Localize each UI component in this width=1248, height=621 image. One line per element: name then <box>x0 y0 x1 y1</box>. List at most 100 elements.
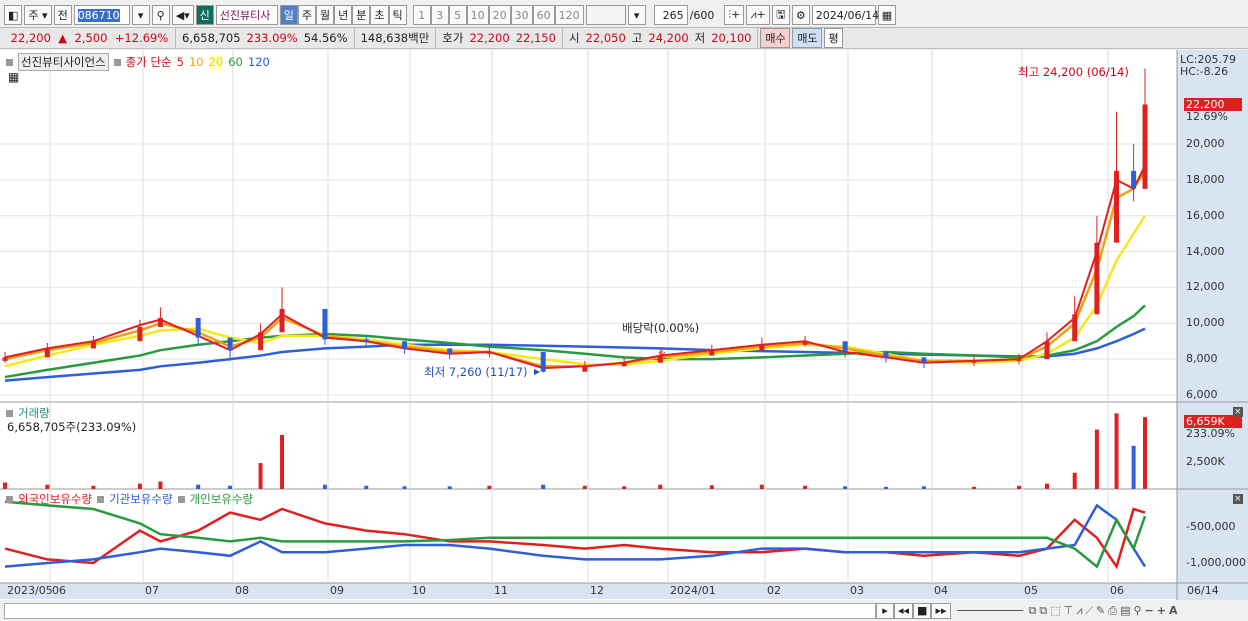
rewind-icon[interactable]: ◂◂ <box>894 602 914 619</box>
candle <box>363 339 369 342</box>
price-tick: 20,000 <box>1186 136 1225 150</box>
up-arrow-icon: ▲ <box>58 31 68 45</box>
volume-bar <box>759 484 764 489</box>
x-axis-label: 02 <box>767 584 781 597</box>
legend-ma120[interactable]: 120 <box>248 55 270 69</box>
stock-code-input[interactable]: 086710 <box>73 5 130 25</box>
volume-value: 6,658,705주(233.09%) <box>7 420 137 434</box>
x-axis-label: 06/14 <box>1187 584 1219 597</box>
tab-second[interactable]: 초 <box>370 5 389 25</box>
interval-3[interactable]: 3 <box>430 5 449 25</box>
count-input[interactable]: 265 <box>653 5 688 25</box>
volume-bar <box>921 486 926 489</box>
count-max: /600 <box>689 8 715 22</box>
low-annotation: 최저 7,260 (11/17) <box>424 365 528 379</box>
volume-bar <box>582 485 587 489</box>
line-icon[interactable]: ⟋ <box>1085 604 1096 617</box>
fast-forward-icon[interactable]: ▸▸ <box>931 602 951 619</box>
legend-individual[interactable]: 개인보유수량 <box>190 491 253 507</box>
font-icon[interactable]: A <box>1169 604 1181 617</box>
code-dropdown-icon[interactable]: ▾ <box>131 5 150 25</box>
split-icon[interactable]: ⧉ <box>1039 604 1050 617</box>
search-icon[interactable]: ⚲ <box>151 5 170 25</box>
draw-icon[interactable]: ✎ <box>1096 604 1108 617</box>
candle <box>90 341 96 349</box>
panel-toggle-icon[interactable]: ◧ <box>4 5 23 25</box>
tab-day[interactable]: 일 <box>279 5 298 25</box>
candle-add-icon[interactable]: ⫶+ <box>724 5 745 25</box>
tab-minute[interactable]: 분 <box>352 5 371 25</box>
market-value: 주 <box>28 9 39 22</box>
legend-ma-label[interactable]: 종가 단순 <box>126 54 172 70</box>
custom-interval-dropdown[interactable]: ▾ <box>627 5 646 25</box>
candle <box>44 348 50 358</box>
zoom-in-icon[interactable]: + <box>1157 604 1169 617</box>
candle <box>921 357 927 363</box>
buy-button[interactable]: 매수 <box>760 28 791 48</box>
legend-institution[interactable]: 기관보유수량 <box>109 491 172 507</box>
candle <box>883 351 889 358</box>
close-pane-icon[interactable]: × <box>1233 494 1243 504</box>
ask-label: 호가 <box>442 31 464 45</box>
candle <box>1114 170 1120 243</box>
interval-5[interactable]: 5 <box>448 5 467 25</box>
horizontal-scrollbar[interactable] <box>4 602 876 619</box>
save-icon[interactable]: 🖫 <box>771 5 790 25</box>
overlay-icon[interactable]: ⧉ <box>1029 604 1040 617</box>
tab-week[interactable]: 주 <box>297 5 317 25</box>
price-tick: 18,000 <box>1186 172 1225 186</box>
tab-month[interactable]: 월 <box>316 5 335 25</box>
export-icon[interactable]: ▤ <box>1120 604 1133 617</box>
date-input[interactable]: 2024/06/14 <box>811 5 879 25</box>
prev-button[interactable]: 전 <box>53 5 72 25</box>
current-price: 22,200 <box>10 31 51 45</box>
calendar-icon[interactable]: ▦ <box>877 5 897 25</box>
range-icon[interactable]: ⬚ <box>1050 604 1063 617</box>
custom-interval-input[interactable] <box>585 5 626 25</box>
interval-20[interactable]: 20 <box>488 5 511 25</box>
interval-60[interactable]: 60 <box>532 5 555 25</box>
grid-icon[interactable]: ▦ <box>8 70 19 84</box>
candle <box>582 366 588 372</box>
close-pane-icon[interactable]: × <box>1233 407 1243 417</box>
legend-ma10[interactable]: 10 <box>189 55 204 69</box>
legend-stock-name[interactable]: 선진뷰티사이언스 <box>18 53 109 71</box>
candle <box>759 344 765 351</box>
high-annotation: 최고 24,200 (06/14) <box>1018 65 1129 79</box>
legend-marker <box>6 58 13 66</box>
zoom-icon[interactable]: ⚲ <box>1133 604 1144 617</box>
crosshair-icon[interactable]: ⊤ <box>1064 604 1077 617</box>
zoom-out-icon[interactable]: − <box>1145 604 1157 617</box>
interval-10[interactable]: 10 <box>466 5 489 25</box>
interval-buttons: 1 3 5 10 20 30 60 120 <box>412 5 584 25</box>
interval-120[interactable]: 120 <box>554 5 584 25</box>
speaker-icon[interactable]: ◀▾ <box>171 5 194 25</box>
x-axis-background <box>0 583 1248 599</box>
stop-icon[interactable]: ■ <box>913 602 932 619</box>
indicator-add-icon[interactable]: ⩘+ <box>746 5 770 25</box>
legend-marker <box>97 495 105 503</box>
legend-ma60[interactable]: 60 <box>228 55 243 69</box>
price-tick: 10,000 <box>1186 316 1225 330</box>
legend-ma5[interactable]: 5 <box>177 55 184 69</box>
x-axis-label: 04 <box>934 584 948 597</box>
print-icon[interactable]: ⎙ <box>1108 604 1120 617</box>
investor-tick: -1,000,000 <box>1186 556 1246 569</box>
sell-button[interactable]: 매도 <box>792 28 823 48</box>
candle <box>1142 104 1148 189</box>
market-select[interactable]: 주 ▾ <box>24 5 52 25</box>
volume-bar <box>658 484 663 489</box>
play-icon[interactable]: ▸ <box>876 602 894 619</box>
interval-1[interactable]: 1 <box>412 5 431 25</box>
tab-year[interactable]: 년 <box>334 5 353 25</box>
x-axis-label: 08 <box>235 584 249 597</box>
volume-bar <box>1072 472 1077 489</box>
volume-bar <box>402 486 407 489</box>
legend-foreign[interactable]: 외국인보유수량 <box>18 491 92 507</box>
tab-tick[interactable]: 틱 <box>388 5 407 25</box>
gear-icon[interactable]: ⚙ <box>791 5 810 25</box>
avg-button[interactable]: 평 <box>824 28 843 48</box>
legend-ma20[interactable]: 20 <box>208 55 224 69</box>
interval-30[interactable]: 30 <box>510 5 533 25</box>
speed-slider[interactable] <box>956 610 1023 611</box>
